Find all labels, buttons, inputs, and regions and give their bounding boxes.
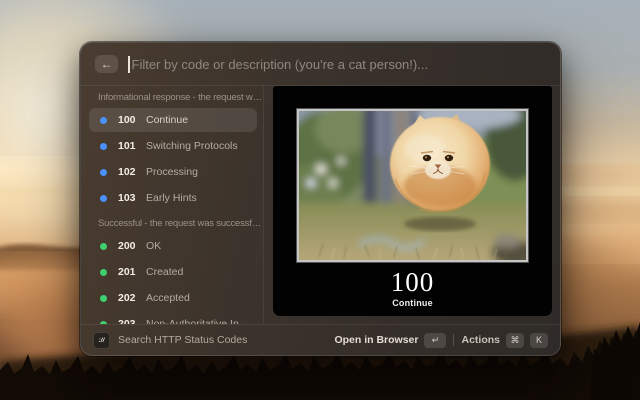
text-caret (128, 56, 130, 73)
content-area: Informational response - the request w… … (81, 86, 560, 324)
status-row-203[interactable]: 203 Non-Authoritative Informa… (89, 312, 257, 324)
status-dot-green (100, 269, 107, 276)
status-row-202[interactable]: 202 Accepted (89, 286, 257, 310)
http-slashes-glyph: :// (99, 337, 105, 344)
command-key-icon: ⌘ (506, 333, 524, 348)
status-code: 100 (118, 114, 144, 126)
open-in-browser-button[interactable]: Open in Browser ↵ (334, 333, 446, 348)
actions-menu-button[interactable]: Actions ⌘ K (461, 333, 548, 348)
back-button[interactable]: ← (95, 55, 118, 73)
status-dot-blue (100, 143, 107, 150)
section-header-successful: Successful - the request was successf… (81, 212, 263, 234)
open-in-browser-label: Open in Browser (334, 334, 418, 346)
poster-status-code: 100 (391, 268, 435, 296)
status-code: 202 (118, 292, 144, 304)
return-key-icon: ↵ (424, 333, 446, 348)
flying-cat-illustration (299, 111, 526, 260)
status-dot-blue (100, 169, 107, 176)
cat-photo (297, 109, 528, 262)
status-description: OK (144, 240, 251, 252)
status-description: Switching Protocols (144, 140, 251, 152)
back-arrow-icon: ← (101, 57, 113, 71)
status-dot-blue (100, 195, 107, 202)
footer-actions: Open in Browser ↵ Actions ⌘ K (334, 333, 548, 348)
status-row-101[interactable]: 101 Switching Protocols (89, 134, 257, 158)
k-key-icon: K (530, 333, 548, 348)
status-code: 103 (118, 192, 144, 204)
raycast-window: ← Informational response - the request w… (80, 42, 561, 356)
footer-bar: :// Search HTTP Status Codes Open in Bro… (81, 324, 560, 355)
detail-panel: 100 Continue (264, 86, 560, 324)
status-dot-green (100, 295, 107, 302)
status-row-102[interactable]: 102 Processing (89, 160, 257, 184)
status-row-103[interactable]: 103 Early Hints (89, 186, 257, 210)
status-description: Processing (144, 166, 251, 178)
status-code-list: Informational response - the request w… … (81, 86, 264, 324)
status-code: 200 (118, 240, 144, 252)
status-description: Accepted (144, 292, 251, 304)
status-description: Continue (144, 114, 251, 126)
status-description: Created (144, 266, 251, 278)
search-input[interactable] (132, 57, 547, 72)
status-code: 101 (118, 140, 144, 152)
status-row-201[interactable]: 201 Created (89, 260, 257, 284)
status-code: 201 (118, 266, 144, 278)
actions-label: Actions (461, 334, 500, 346)
status-code: 102 (118, 166, 144, 178)
search-bar: ← (81, 43, 560, 86)
section-header-informational: Informational response - the request w… (81, 86, 263, 108)
status-dot-green (100, 243, 107, 250)
extension-title: Search HTTP Status Codes (118, 334, 334, 346)
status-row-100[interactable]: 100 Continue (89, 108, 257, 132)
status-row-200[interactable]: 200 OK (89, 234, 257, 258)
extension-icon: :// (93, 332, 110, 349)
status-description: Early Hints (144, 192, 251, 204)
http-cat-poster: 100 Continue (273, 86, 552, 316)
poster-caption: Continue (392, 298, 433, 308)
status-dot-blue (100, 117, 107, 124)
footer-separator (453, 334, 454, 346)
